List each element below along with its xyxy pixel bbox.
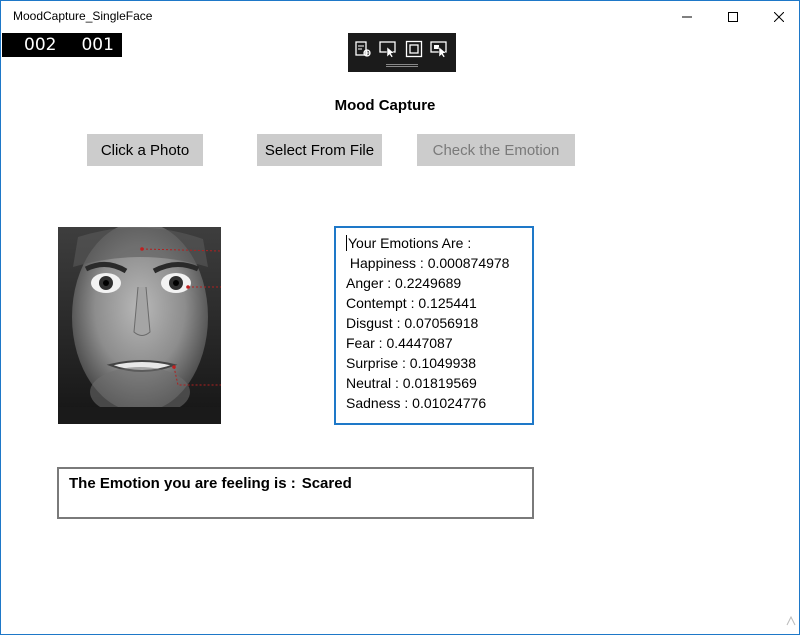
emotion-line: Sadness : 0.01024776 [346, 395, 487, 411]
debug-toolbar [348, 33, 456, 72]
results-title: Your Emotions Are : [348, 235, 472, 251]
track-focus-icon[interactable] [430, 40, 450, 58]
emotion-line: Anger : 0.2249689 [346, 275, 462, 291]
face-photo [58, 227, 221, 424]
select-element-icon[interactable] [379, 40, 399, 58]
close-button[interactable] [756, 1, 800, 33]
emotion-line: Neutral : 0.01819569 [346, 375, 477, 391]
scroll-up-arrow-icon[interactable] [786, 615, 798, 628]
minimize-icon [682, 16, 692, 18]
maximize-button[interactable] [710, 1, 756, 33]
display-layout-adorners-icon[interactable] [405, 40, 425, 58]
emotion-line: Disgust : 0.07056918 [346, 315, 479, 331]
emotion-results-box[interactable]: Your Emotions Are : Happiness : 0.000874… [334, 226, 534, 425]
close-icon [774, 12, 784, 22]
live-visual-tree-icon[interactable] [354, 40, 374, 58]
emotion-line: Contempt : 0.125441 [346, 295, 477, 311]
emotion-line: Fear : 0.4447087 [346, 335, 453, 351]
face-image [58, 227, 221, 424]
results-title-line: Your Emotions Are : [346, 233, 532, 253]
frame-rate-counter: 002 001 [2, 33, 122, 57]
check-emotion-button[interactable]: Check the Emotion [417, 134, 575, 166]
emotion-verdict-box: The Emotion you are feeling is : Scared [57, 467, 534, 519]
app-window: MoodCapture_SingleFace 002 001 Mood Capt… [0, 0, 800, 635]
select-from-file-button[interactable]: Select From File [257, 134, 382, 166]
emotion-line: Surprise : 0.1049938 [346, 355, 476, 371]
page-title: Mood Capture [334, 97, 436, 114]
maximize-icon [728, 12, 738, 22]
emotion-line: Happiness : 0.000874978 [346, 255, 510, 271]
text-caret [346, 235, 347, 251]
window-title: MoodCapture_SingleFace [13, 9, 153, 23]
click-photo-button[interactable]: Click a Photo [87, 134, 203, 166]
verdict-value: Scared [301, 475, 352, 492]
minimize-button[interactable] [664, 1, 710, 33]
frame-counter-value-2: 001 [81, 35, 114, 55]
toolbar-grip[interactable] [386, 64, 418, 67]
verdict-label: The Emotion you are feeling is : [69, 475, 296, 492]
title-bar[interactable]: MoodCapture_SingleFace [1, 1, 799, 33]
frame-counter-value-1: 002 [24, 35, 57, 55]
